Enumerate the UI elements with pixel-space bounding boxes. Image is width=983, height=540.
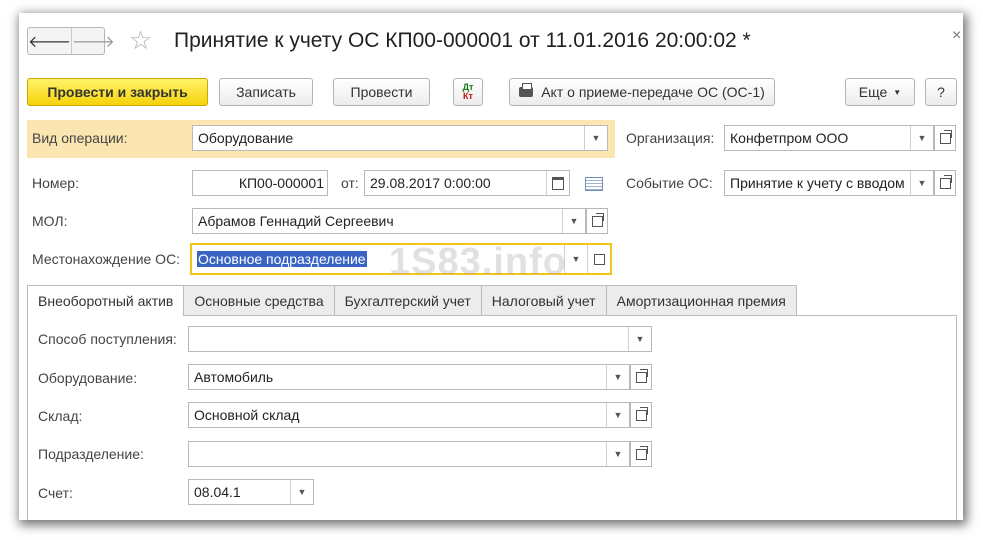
warehouse-label: Склад: [38, 408, 83, 424]
date-value: 29.08.2017 0:00:00 [370, 175, 491, 191]
number-value: КП00-000001 [238, 175, 324, 191]
open-icon [939, 174, 952, 189]
dropdown-arrow-icon[interactable]: ▼ [564, 245, 587, 273]
warehouse-value: Основной склад [194, 407, 300, 423]
tab-bar: Внеоборотный актив Основные средства Бух… [27, 285, 797, 316]
location-selected-text: Основное подразделение [197, 251, 367, 267]
mol-label: МОЛ: [32, 213, 68, 229]
open-icon [939, 129, 952, 144]
dropdown-arrow-icon[interactable]: ▼ [628, 327, 651, 351]
event-open-button[interactable] [934, 170, 956, 196]
open-icon [635, 406, 648, 421]
nav-buttons: 🡐 🡒 [27, 27, 115, 55]
calendar-button[interactable] [546, 171, 569, 195]
mol-open-button[interactable] [586, 208, 608, 234]
tab-accounting[interactable]: Бухгалтерский учет [333, 285, 482, 315]
equipment-open-button[interactable] [630, 364, 652, 390]
account-value: 08.04.1 [194, 484, 241, 500]
dt-kt-icon: Дт Кт [463, 83, 474, 101]
back-arrow-icon[interactable]: 🡐 [28, 28, 71, 54]
tab-depreciation-bonus[interactable]: Амортизационная премия [605, 285, 797, 315]
dropdown-arrow-icon[interactable]: ▼ [562, 209, 585, 233]
dropdown-arrow-icon[interactable]: ▼ [910, 171, 933, 195]
operation-label: Вид операции: [32, 130, 128, 146]
calendar-icon [552, 176, 564, 190]
document-window: 🡐 🡒 ☆ Принятие к учету ОС КП00-000001 от… [19, 13, 963, 520]
act-os1-button[interactable]: Акт о приеме-передаче ОС (ОС-1) [509, 78, 775, 106]
receipt-select[interactable]: ▼ [188, 326, 652, 352]
page-title: Принятие к учету ОС КП00-000001 от 11.01… [174, 29, 751, 52]
org-label: Организация: [626, 130, 715, 146]
receipt-label: Способ поступления: [38, 331, 177, 347]
equipment-select[interactable]: Автомобиль ▼ [188, 364, 630, 390]
close-icon[interactable]: × [952, 27, 961, 45]
event-label: Событие ОС: [626, 175, 713, 191]
operation-value: Оборудование [198, 130, 294, 146]
warehouse-select[interactable]: Основной склад ▼ [188, 402, 630, 428]
dropdown-arrow-icon[interactable]: ▼ [290, 480, 313, 504]
open-icon [591, 212, 604, 227]
number-label: Номер: [32, 175, 79, 191]
mol-select[interactable]: Абрамов Геннадий Сергеевич ▼ [192, 208, 586, 234]
help-button[interactable]: ? [925, 78, 957, 106]
event-value: Принятие к учету с вводом [730, 175, 905, 191]
number-input[interactable]: КП00-000001 [192, 170, 328, 196]
org-open-button[interactable] [934, 125, 956, 151]
open-icon [593, 253, 605, 265]
org-select[interactable]: Конфетпром ООО ▼ [724, 125, 934, 151]
date-input[interactable]: 29.08.2017 0:00:00 [364, 170, 570, 196]
more-button[interactable]: Еще ▼ [845, 78, 915, 106]
tab-tax-accounting[interactable]: Налоговый учет [480, 285, 607, 315]
location-value: Основное подразделение [192, 251, 564, 267]
location-label: Местонахождение ОС: [32, 251, 181, 267]
account-select[interactable]: 08.04.1 ▼ [188, 479, 314, 505]
act-os1-label: Акт о приеме-передаче ОС (ОС-1) [541, 84, 765, 100]
forward-arrow-icon[interactable]: 🡒 [70, 28, 115, 54]
open-icon [635, 445, 648, 460]
org-value: Конфетпром ООО [730, 130, 849, 146]
mol-value: Абрамов Геннадий Сергеевич [198, 213, 394, 229]
event-select[interactable]: Принятие к учету с вводом ▼ [724, 170, 934, 196]
dropdown-arrow-icon[interactable]: ▼ [606, 403, 629, 427]
division-open-button[interactable] [630, 441, 652, 467]
account-label: Счет: [38, 485, 73, 501]
favorite-star-icon[interactable]: ☆ [129, 25, 152, 55]
division-label: Подразделение: [38, 446, 144, 462]
post-and-close-button[interactable]: Провести и закрыть [27, 78, 208, 106]
dropdown-arrow-icon[interactable]: ▼ [606, 442, 629, 466]
warehouse-open-button[interactable] [630, 402, 652, 428]
equipment-value: Автомобиль [194, 369, 274, 385]
save-button[interactable]: Записать [219, 78, 313, 106]
division-select[interactable]: ▼ [188, 441, 630, 467]
dropdown-arrow-icon[interactable]: ▼ [606, 365, 629, 389]
tab-noncurrent-asset[interactable]: Внеоборотный актив [27, 285, 185, 316]
dropdown-arrow-icon[interactable]: ▼ [910, 126, 933, 150]
printer-icon [519, 83, 534, 97]
dropdown-arrow-icon: ▼ [893, 87, 902, 97]
kt-label: Кт [463, 91, 473, 101]
post-button[interactable]: Провести [333, 78, 430, 106]
document-list-icon[interactable] [585, 177, 603, 191]
dt-kt-button[interactable]: Дт Кт [453, 78, 483, 106]
location-select[interactable]: Основное подразделение ▼ [190, 243, 612, 275]
open-icon [635, 368, 648, 383]
location-open-button[interactable] [587, 245, 610, 273]
operation-select[interactable]: Оборудование ▼ [192, 125, 608, 151]
tab-fixed-assets[interactable]: Основные средства [183, 285, 335, 315]
equipment-label: Оборудование: [38, 370, 138, 386]
date-from-label: от: [341, 175, 359, 191]
more-label: Еще [858, 84, 888, 100]
dropdown-arrow-icon[interactable]: ▼ [584, 126, 607, 150]
